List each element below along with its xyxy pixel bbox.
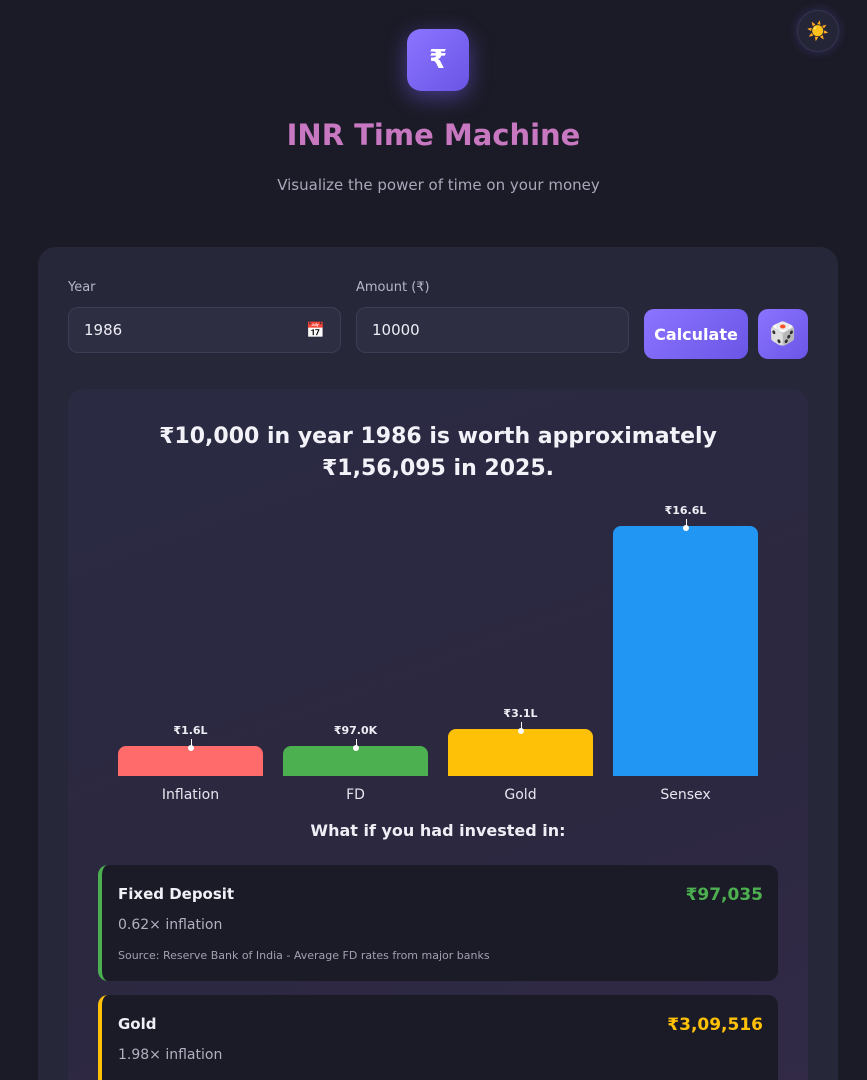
bar-gold (448, 729, 593, 776)
bar-value-label: ₹97.0K (333, 724, 378, 737)
bar-category-label: Inflation (161, 787, 220, 803)
bar-marker-dot (352, 745, 359, 751)
year-input[interactable]: 1986 📅 (68, 307, 341, 353)
bar-value-label: ₹3.1L (503, 707, 538, 721)
rupee-logo-symbol: ₹ (428, 45, 448, 75)
bar-marker-dot (517, 728, 524, 735)
year-input-value: 1986 (84, 321, 123, 339)
investment-name: Fixed Deposit (118, 885, 235, 903)
result-line-1: ₹10,000 in year 1986 is worth approximat… (159, 424, 717, 449)
amount-label: Amount (₹) (356, 280, 430, 295)
calculate-button[interactable]: Calculate (644, 309, 748, 359)
year-label: Year (68, 280, 96, 295)
bar-sensex (613, 526, 758, 776)
investments-title: What if you had invested in: (310, 821, 566, 840)
investment-card-gold: Gold ₹3,09,516 1.98× inflation (98, 995, 778, 1080)
investment-source: Source: Reserve Bank of India - Average … (118, 949, 490, 962)
investment-name: Gold (118, 1015, 157, 1033)
bar-value-label: ₹1.6L (173, 724, 208, 737)
bar-category-label: FD (346, 787, 365, 803)
investment-ratio: 0.62× inflation (118, 917, 223, 933)
investment-value: ₹3,09,516 (667, 1015, 763, 1035)
bar-marker-dot (187, 745, 194, 751)
sun-icon: ☀️ (806, 20, 830, 42)
app-logo: ₹ (407, 29, 469, 91)
theme-toggle-button[interactable]: ☀️ (797, 10, 839, 52)
calendar-icon[interactable]: 📅 (306, 321, 325, 339)
bar-marker-dot (682, 525, 689, 531)
bar-value-label: ₹16.6L (664, 504, 707, 517)
investment-card-fd: Fixed Deposit ₹97,035 0.62× inflation So… (98, 865, 778, 981)
app-subtitle: Visualize the power of time on your mone… (277, 176, 600, 194)
bar-category-label: Sensex (660, 787, 711, 803)
amount-input[interactable]: 10000 (356, 307, 629, 353)
dice-icon: 🎲 (769, 321, 797, 347)
investment-value: ₹97,035 (685, 885, 763, 905)
amount-input-value: 10000 (372, 321, 420, 339)
investment-ratio: 1.98× inflation (118, 1047, 223, 1063)
result-line-2: ₹1,56,095 in 2025. (322, 456, 554, 481)
app-title: INR Time Machine (286, 118, 581, 152)
bar-category-label: Gold (504, 787, 537, 803)
random-button[interactable]: 🎲 (758, 309, 808, 359)
